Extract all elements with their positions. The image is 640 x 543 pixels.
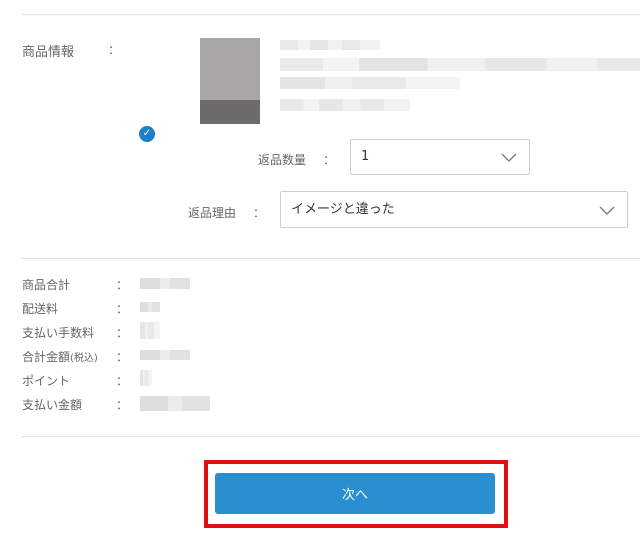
points-value-blurred [140, 370, 152, 386]
product-name-blurred [280, 40, 380, 50]
next-button[interactable]: 次へ [215, 473, 495, 514]
summary-colon: ： [116, 374, 129, 388]
fee-label: 支払い手数料 [22, 326, 95, 340]
return-reason-select[interactable]: イメージと違った [280, 191, 628, 228]
summary-colon: ： [116, 302, 129, 316]
payment-value-blurred [140, 396, 210, 411]
check-icon[interactable]: ✓ [139, 126, 155, 142]
payment-label: 支払い金額 [22, 398, 83, 412]
return-quantity-label: 返品数量 [258, 153, 307, 167]
total-value-blurred [140, 350, 190, 360]
bottom-divider [21, 436, 640, 437]
points-label: ポイント [22, 374, 71, 388]
return-form: 商品情報 ： ✓ 返品数量 ： 1 返品理由 ： イメージと違った 商品合計 ：… [0, 0, 640, 543]
summary-colon: ： [116, 326, 129, 340]
chevron-down-icon [501, 153, 517, 162]
top-divider [21, 14, 640, 15]
summary-colon: ： [116, 350, 129, 364]
chevron-down-icon [599, 206, 615, 215]
product-info-label: 商品情報 [22, 45, 75, 60]
summary-divider [21, 258, 640, 259]
return-reason-value: イメージと違った [291, 202, 395, 217]
shipping-value-blurred [140, 302, 160, 312]
return-quantity-select[interactable]: 1 [350, 139, 530, 175]
product-desc-blurred [280, 58, 640, 71]
shipping-label: 配送料 [22, 302, 59, 316]
summary-colon: ： [116, 278, 129, 292]
product-variant-blurred [280, 99, 410, 111]
product-info-colon: ： [108, 43, 121, 57]
return-reason-colon: ： [253, 206, 266, 220]
subtotal-value-blurred [140, 278, 190, 289]
summary-colon: ： [116, 398, 129, 412]
total-label: 合計金額(税込) [22, 350, 98, 364]
product-desc-blurred-2 [280, 77, 460, 89]
fee-value-blurred [140, 322, 160, 339]
subtotal-label: 商品合計 [22, 278, 71, 292]
return-quantity-colon: ： [323, 153, 336, 167]
return-quantity-value: 1 [361, 149, 370, 164]
product-thumbnail [200, 38, 260, 124]
return-reason-label: 返品理由 [188, 206, 237, 220]
total-tax-note: (税込) [70, 353, 98, 364]
